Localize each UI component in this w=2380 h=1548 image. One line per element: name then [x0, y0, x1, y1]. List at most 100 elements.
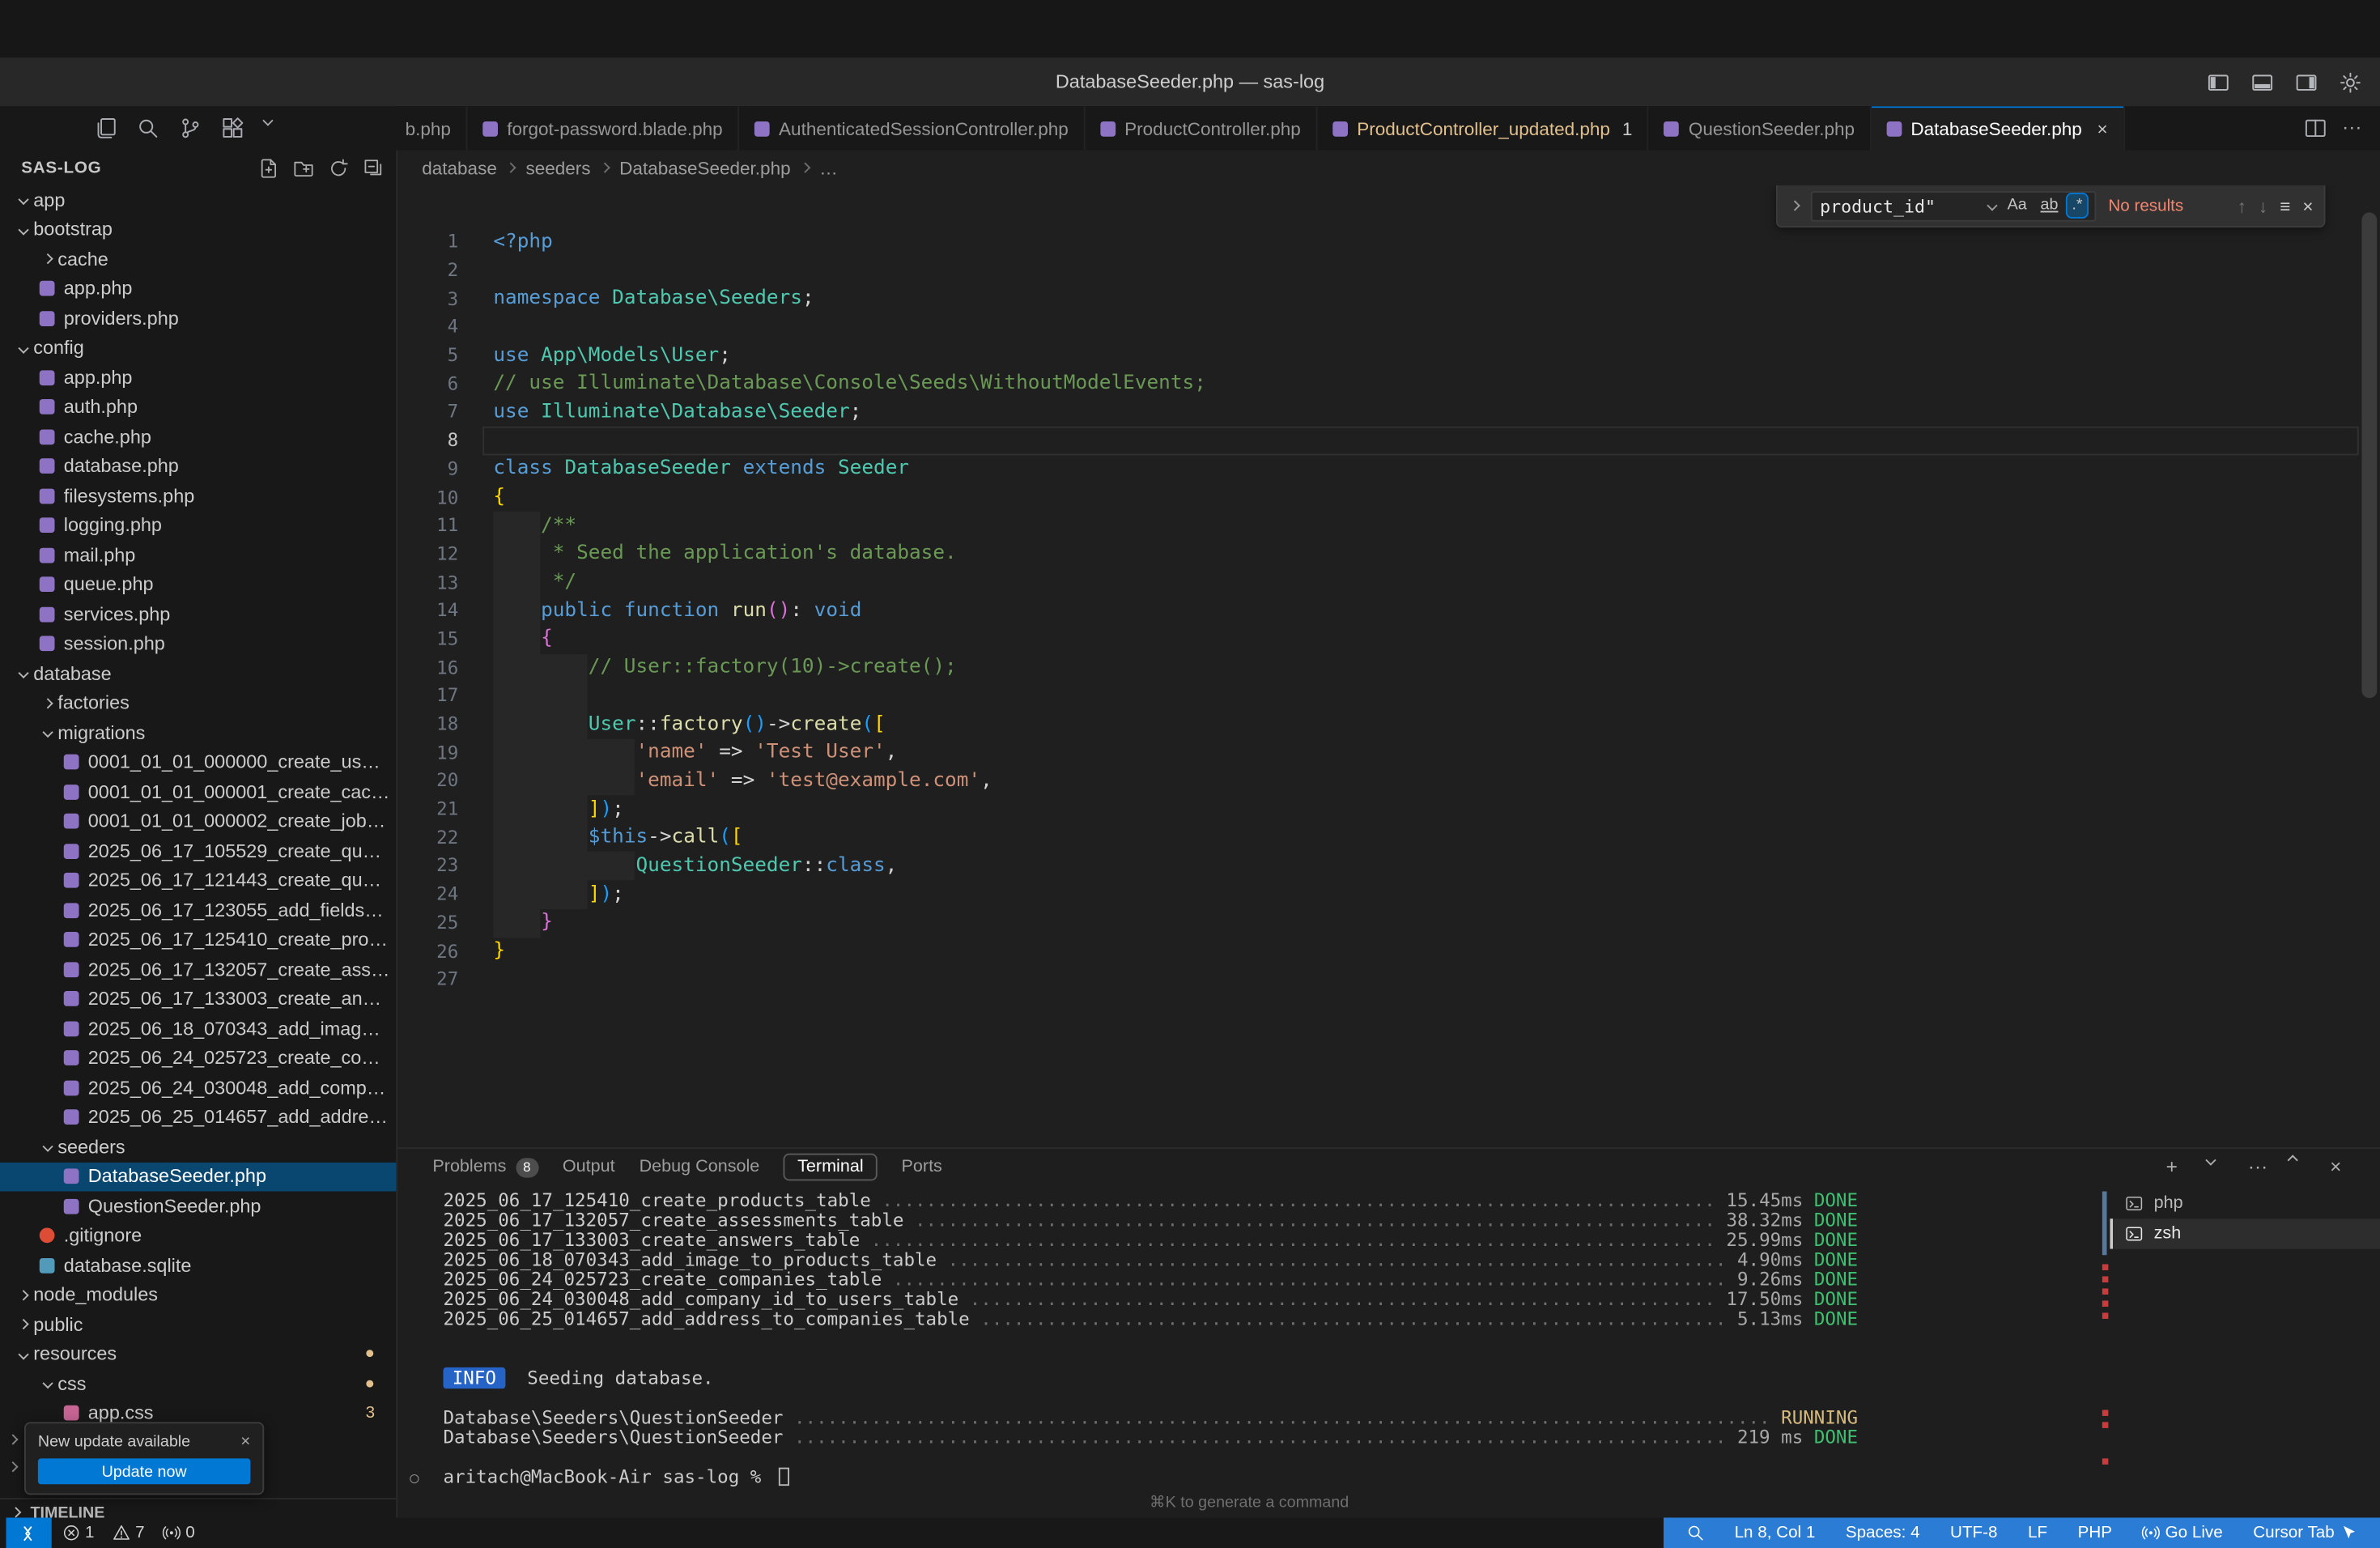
- collapse-folders-icon[interactable]: [363, 157, 384, 178]
- extensions-icon[interactable]: [222, 117, 244, 139]
- tree-file-mail-php[interactable]: mail.php: [0, 540, 396, 570]
- eol[interactable]: LF: [2021, 1524, 2055, 1542]
- remote-indicator[interactable]: [6, 1518, 52, 1548]
- tab-authenticatedsessioncontroller-php[interactable]: AuthenticatedSessionController.php: [739, 106, 1085, 150]
- terminal-output[interactable]: 2025_06_17_125410_create_products_table …: [397, 1191, 2101, 1490]
- tree-file-app-php[interactable]: app.php: [0, 274, 396, 304]
- more-views-chevron-icon[interactable]: [264, 117, 287, 139]
- tree-folder-config[interactable]: config: [0, 333, 396, 363]
- panel-tab-debug-console[interactable]: Debug Console: [640, 1155, 760, 1179]
- tree-file-0001-01-01-000000-create-users-ta[interactable]: 0001_01_01_000000_create_users_ta…: [0, 747, 396, 777]
- tab-productcontroller-php[interactable]: ProductController.php: [1085, 106, 1317, 150]
- ports-count[interactable]: 0: [155, 1524, 202, 1542]
- tree-folder-css[interactable]: css●: [0, 1369, 396, 1399]
- tree-file-logging-php[interactable]: logging.php: [0, 511, 396, 541]
- warning-count[interactable]: 7: [105, 1524, 152, 1542]
- tree-file-gitignore[interactable]: .gitignore: [0, 1221, 396, 1251]
- tree-file-auth-php[interactable]: auth.php: [0, 393, 396, 423]
- tree-file-2025-06-18-070343-add-image-to[interactable]: 2025_06_18_070343_add_image_to_…: [0, 1014, 396, 1044]
- tree-file-app-php[interactable]: app.php: [0, 363, 396, 393]
- encoding[interactable]: UTF-8: [1943, 1524, 2005, 1542]
- panel-tab-problems[interactable]: Problems8: [432, 1155, 538, 1180]
- tree-folder-migrations[interactable]: migrations: [0, 718, 396, 748]
- tree-folder-database[interactable]: database: [0, 659, 396, 689]
- refresh-explorer-icon[interactable]: [328, 157, 349, 178]
- tree-file-providers-php[interactable]: providers.php: [0, 304, 396, 334]
- breadcrumb-item-seeders[interactable]: seeders: [525, 157, 590, 178]
- terminal-profile-chevron-icon[interactable]: [2207, 1155, 2229, 1178]
- tab-b-php[interactable]: b.php: [397, 106, 467, 150]
- toggle-primary-sidebar-icon[interactable]: [2207, 70, 2229, 93]
- find-previous-icon[interactable]: ↑: [2238, 195, 2246, 216]
- go-live[interactable]: Go Live: [2135, 1524, 2230, 1542]
- timeline-section-header[interactable]: TIMELINE: [0, 1498, 396, 1517]
- files-icon[interactable]: [94, 117, 117, 139]
- match-case-toggle[interactable]: Aa: [2003, 194, 2031, 216]
- whole-word-toggle[interactable]: ab: [2036, 194, 2063, 216]
- terminal-scrollbar[interactable]: [2102, 1191, 2107, 1255]
- language-mode[interactable]: PHP: [2070, 1524, 2119, 1542]
- toggle-secondary-sidebar-icon[interactable]: [2295, 70, 2318, 93]
- tree-folder-public[interactable]: public: [0, 1310, 396, 1340]
- new-terminal-icon[interactable]: +: [2166, 1155, 2189, 1178]
- tree-folder-node-modules[interactable]: node_modules: [0, 1280, 396, 1310]
- find-input[interactable]: product_id" Aaab.*: [1811, 190, 2097, 220]
- tree-folder-seeders[interactable]: seeders: [0, 1132, 396, 1162]
- tree-folder-cache[interactable]: cache: [0, 245, 396, 274]
- tree-folder-app[interactable]: app: [0, 185, 396, 215]
- toggle-panel-icon[interactable]: [2251, 70, 2274, 93]
- tree-folder-factories[interactable]: factories: [0, 688, 396, 718]
- breadcrumb[interactable]: databaseseedersDatabaseSeeder.php…: [397, 151, 2380, 185]
- tree-file-2025-06-25-014657-add-address-to[interactable]: 2025_06_25_014657_add_address_to…: [0, 1103, 396, 1133]
- tree-file-2025-06-17-123055-add-fields-to-u[interactable]: 2025_06_17_123055_add_fields_to_u…: [0, 895, 396, 925]
- find-history-chevron-icon[interactable]: [1987, 200, 1998, 211]
- tree-file-2025-06-17-133003-create-answers[interactable]: 2025_06_17_133003_create_answers_…: [0, 985, 396, 1014]
- breadcrumb-item-item[interactable]: …: [819, 157, 838, 178]
- tree-folder-resources[interactable]: resources●: [0, 1339, 396, 1369]
- status-search[interactable]: [1678, 1524, 1711, 1542]
- new-file-icon[interactable]: [258, 157, 279, 178]
- tree-file-database-php[interactable]: database.php: [0, 452, 396, 482]
- error-count[interactable]: 1: [55, 1524, 102, 1542]
- terminal-instance-zsh[interactable]: zsh: [2110, 1218, 2380, 1248]
- panel-more-actions-icon[interactable]: ···: [2248, 1155, 2271, 1178]
- tree-file-0001-01-01-000002-create-jobs-tab[interactable]: 0001_01_01_000002_create_jobs_tab…: [0, 806, 396, 836]
- update-now-button[interactable]: Update now: [38, 1458, 251, 1484]
- breadcrumb-item-databaseseeder-php[interactable]: DatabaseSeeder.php: [619, 157, 790, 178]
- indentation[interactable]: Spaces: 4: [1838, 1524, 1927, 1542]
- collapsed-section-chevron-icon[interactable]: [7, 1461, 18, 1472]
- tree-file-queue-php[interactable]: queue.php: [0, 570, 396, 600]
- tree-file-database-sqlite[interactable]: database.sqlite: [0, 1251, 396, 1281]
- source-control-icon[interactable]: [179, 117, 202, 139]
- tree-file-questionseeder-php[interactable]: QuestionSeeder.php: [0, 1191, 396, 1221]
- panel-tab-ports[interactable]: Ports: [902, 1155, 942, 1179]
- tree-file-2025-06-17-105529-create-question[interactable]: 2025_06_17_105529_create_question…: [0, 836, 396, 866]
- tab-databaseseeder-php[interactable]: DatabaseSeeder.php×: [1872, 106, 2125, 150]
- tree-file-2025-06-24-025723-create-compan[interactable]: 2025_06_24_025723_create_compan…: [0, 1044, 396, 1074]
- code-editor[interactable]: 1<?php23namespace Database\Seeders;45use…: [397, 185, 2380, 1147]
- cursor-position[interactable]: Ln 8, Col 1: [1727, 1524, 1823, 1542]
- tree-file-databaseseeder-php[interactable]: DatabaseSeeder.php: [0, 1162, 396, 1192]
- tree-file-2025-06-24-030048-add-company[interactable]: 2025_06_24_030048_add_company_…: [0, 1073, 396, 1103]
- tree-file-services-php[interactable]: services.php: [0, 599, 396, 629]
- tree-file-0001-01-01-000001-create-cache-ta[interactable]: 0001_01_01_000001_create_cache_ta…: [0, 777, 396, 807]
- toast-close-icon[interactable]: ×: [240, 1433, 250, 1451]
- more-actions-icon[interactable]: ···: [2342, 117, 2365, 139]
- tree-file-session-php[interactable]: session.php: [0, 629, 396, 659]
- tree-file-2025-06-17-121443-create-questions[interactable]: 2025_06_17_121443_create_questions…: [0, 865, 396, 895]
- collapsed-section-chevron-icon[interactable]: [7, 1434, 18, 1444]
- find-next-icon[interactable]: ↓: [2259, 195, 2267, 216]
- close-panel-icon[interactable]: ×: [2330, 1155, 2352, 1178]
- split-editor-icon[interactable]: [2304, 117, 2327, 139]
- settings-gear-icon[interactable]: [2339, 70, 2361, 93]
- tab-productcontroller-updated-php[interactable]: ProductController_updated.php1: [1317, 106, 1649, 150]
- regex-toggle[interactable]: .*: [2068, 194, 2087, 216]
- find-close-icon[interactable]: ×: [2302, 195, 2313, 216]
- panel-tab-output[interactable]: Output: [563, 1155, 615, 1179]
- editor-scrollbar[interactable]: [2362, 212, 2378, 698]
- tab-questionseeder-php[interactable]: QuestionSeeder.php: [1649, 106, 1872, 150]
- tab-forgot-password-blade-php[interactable]: forgot-password.blade.php: [468, 106, 740, 150]
- maximize-panel-icon[interactable]: [2289, 1155, 2312, 1178]
- find-in-selection-icon[interactable]: ≡: [2280, 195, 2290, 216]
- toggle-replace-chevron-icon[interactable]: [1788, 202, 1802, 209]
